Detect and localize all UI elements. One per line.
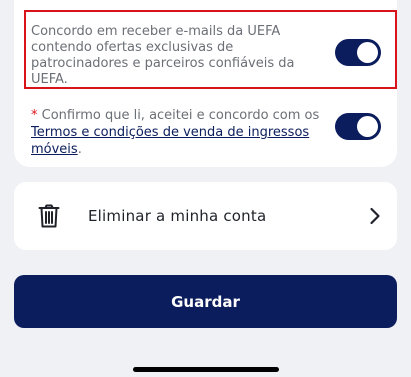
toggle-knob	[357, 116, 378, 137]
delete-account-label: Eliminar a minha conta	[88, 207, 267, 225]
terms-link[interactable]: Termos e condições de venda de ingressos…	[31, 125, 309, 157]
trash-icon	[38, 204, 60, 228]
chevron-right-icon	[370, 207, 380, 225]
marketing-consent-toggle[interactable]	[335, 39, 381, 66]
terms-text-before: Confirmo que li, aceitei e concordo com …	[37, 108, 320, 123]
home-indicator	[133, 367, 279, 372]
terms-consent-text: * Confirmo que li, aceitei e concordo co…	[31, 107, 331, 158]
save-button[interactable]: Guardar	[14, 275, 397, 328]
marketing-consent-text: Concordo em receber e-mails da UEFA cont…	[31, 24, 295, 87]
delete-account-row[interactable]: Eliminar a minha conta	[14, 182, 397, 250]
terms-consent-toggle[interactable]	[335, 113, 381, 140]
toggle-knob	[357, 42, 378, 63]
terms-text-after: .	[77, 142, 82, 157]
